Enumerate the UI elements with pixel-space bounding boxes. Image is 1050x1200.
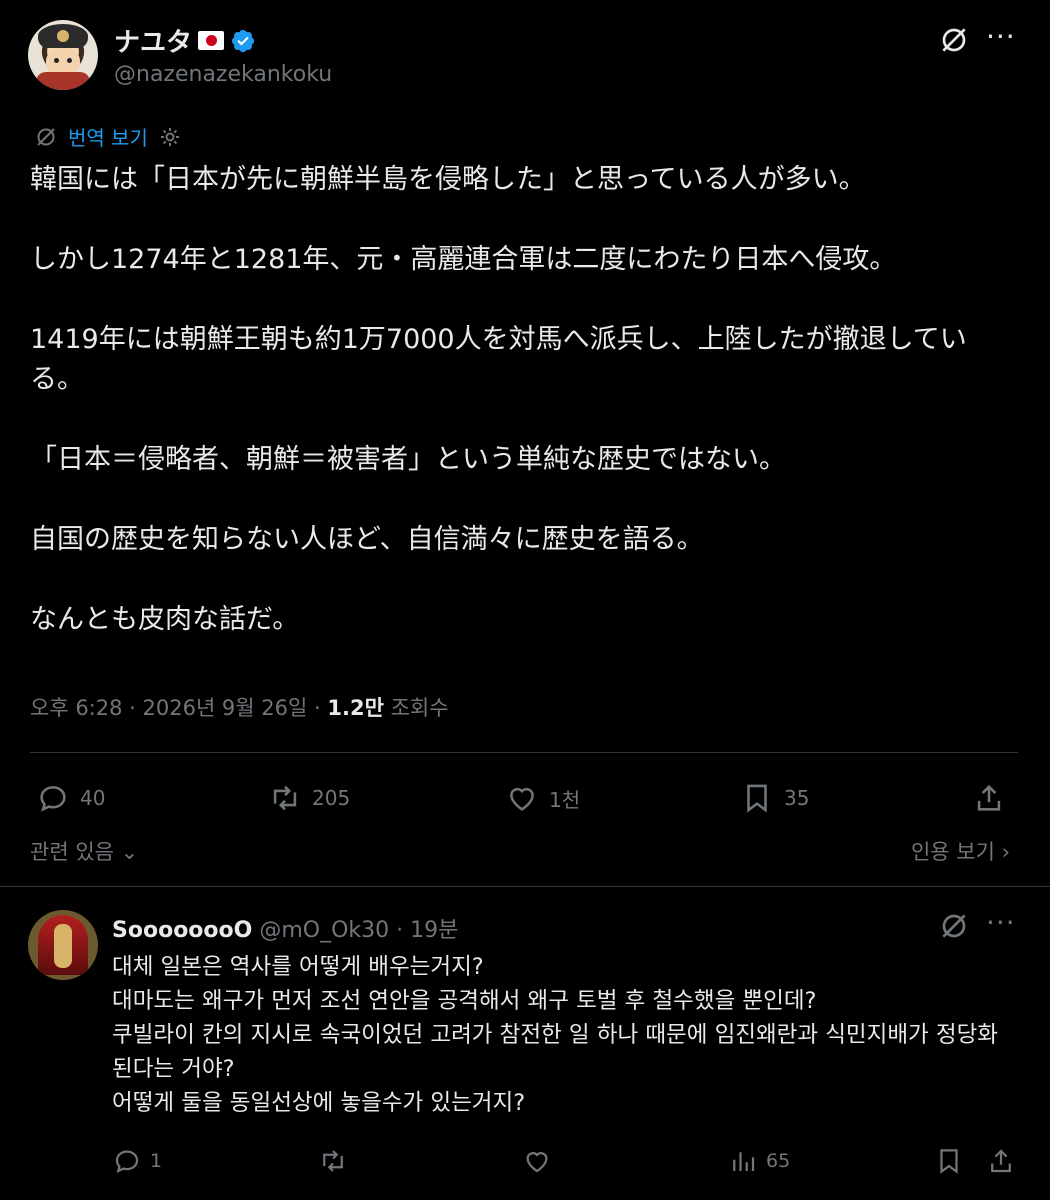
repost-icon bbox=[273, 785, 297, 811]
views-label: 조회수 bbox=[383, 696, 449, 720]
heart-icon bbox=[526, 1152, 548, 1173]
avatar-crest bbox=[57, 30, 69, 42]
avatar-figure bbox=[54, 924, 72, 968]
views-count: 1.2만 bbox=[327, 696, 384, 720]
share-icon bbox=[991, 1149, 1011, 1173]
like-count: 1천 bbox=[549, 787, 581, 812]
reply-author-row[interactable]: SoooooooO @mO_Ok30 · 19분 bbox=[112, 912, 458, 944]
more-options-icon[interactable]: ··· bbox=[986, 906, 1016, 939]
post-meta: 오후 6:28 · 2026년 9월 26일 · 1.2만 조회수 bbox=[30, 692, 449, 722]
post-body: 韓国には「日本が先に朝鮮半島を侵略した」と思っている人が多い。 しかし1274年… bbox=[30, 164, 967, 635]
gear-icon[interactable] bbox=[158, 125, 182, 149]
author-handle[interactable]: @nazenazekankoku bbox=[114, 62, 332, 87]
reply-like-button[interactable] bbox=[522, 1144, 552, 1178]
author-name-row[interactable]: ナユタ bbox=[114, 22, 256, 59]
related-label: 관련 있음 bbox=[30, 840, 114, 864]
post-timestamp[interactable]: 오후 6:28 · 2026년 9월 26일 · bbox=[30, 696, 327, 720]
reply-repost-button[interactable] bbox=[318, 1144, 348, 1178]
reply-button[interactable]: 40 bbox=[36, 780, 105, 816]
more-options-icon[interactable]: ··· bbox=[986, 20, 1016, 53]
avatar-eye bbox=[67, 58, 72, 63]
reply-share-button[interactable] bbox=[986, 1144, 1016, 1178]
repost-icon bbox=[323, 1150, 343, 1172]
bookmark-icon bbox=[940, 1149, 958, 1174]
reply-reply-button[interactable]: 1 bbox=[112, 1144, 162, 1178]
repost-button[interactable]: 205 bbox=[268, 780, 350, 816]
like-button[interactable]: 1천 bbox=[505, 780, 580, 816]
reply-handle-time[interactable]: @mO_Ok30 · 19분 bbox=[252, 918, 458, 943]
translate-label[interactable]: 번역 보기 bbox=[68, 122, 148, 151]
reply-count: 40 bbox=[80, 786, 106, 810]
verified-badge-icon bbox=[231, 29, 255, 52]
reply-author-avatar[interactable] bbox=[28, 910, 98, 980]
chevron-right-icon: › bbox=[994, 840, 1010, 864]
avatar-eye bbox=[54, 58, 59, 63]
analytics-icon bbox=[733, 1152, 755, 1171]
author-display-name[interactable]: ナユタ bbox=[114, 22, 192, 59]
grok-icon[interactable] bbox=[938, 24, 970, 56]
reply-icon bbox=[115, 1150, 139, 1174]
divider bbox=[30, 752, 1018, 753]
quote-label: 인용 보기 bbox=[910, 840, 995, 864]
japan-flag-icon bbox=[198, 31, 225, 50]
reply-bookmark-button[interactable] bbox=[934, 1144, 964, 1178]
heart-icon bbox=[510, 787, 534, 811]
share-button[interactable] bbox=[972, 780, 1006, 816]
reply-views-button[interactable]: 65 bbox=[728, 1144, 790, 1178]
related-toggle[interactable]: 관련 있음 ⌄ bbox=[30, 836, 138, 866]
avatar-armor bbox=[36, 72, 90, 90]
reply-reply-count: 1 bbox=[150, 1150, 163, 1172]
grok-icon[interactable] bbox=[938, 910, 970, 942]
reply-icon bbox=[40, 786, 66, 812]
view-quotes-link[interactable]: 인용 보기 › bbox=[911, 836, 1010, 866]
bookmark-count: 35 bbox=[784, 786, 810, 810]
repost-count: 205 bbox=[312, 786, 351, 810]
grok-small-icon bbox=[37, 127, 55, 146]
section-divider bbox=[0, 886, 1050, 887]
reply-body: 대체 일본은 역사를 어떻게 배우는거지? 대마도는 왜구가 먼저 조선 연안을… bbox=[112, 954, 998, 1116]
chevron-down-icon: ⌄ bbox=[113, 840, 139, 864]
reply-author-name[interactable]: SoooooooO bbox=[112, 918, 252, 943]
share-icon bbox=[977, 784, 1001, 811]
bookmark-icon bbox=[747, 784, 767, 813]
bookmark-button[interactable]: 35 bbox=[740, 780, 809, 816]
translate-link[interactable]: 번역 보기 bbox=[34, 122, 182, 151]
author-avatar[interactable] bbox=[28, 20, 98, 90]
reply-view-count: 65 bbox=[766, 1150, 791, 1172]
